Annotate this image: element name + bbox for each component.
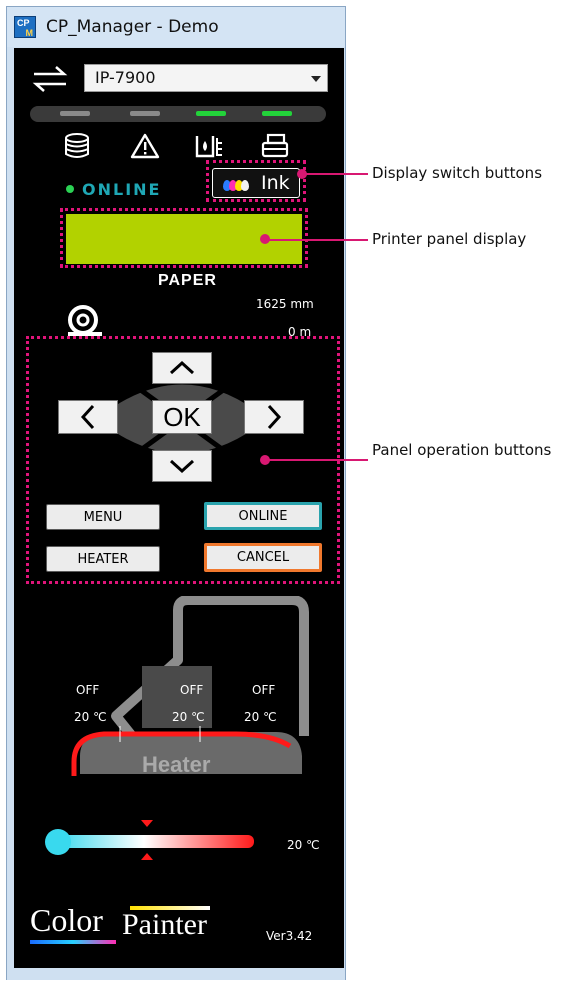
print-heater-temp: 20 ℃ <box>172 710 205 724</box>
callout-line <box>265 239 368 241</box>
status-led <box>262 111 292 116</box>
paper-label: PAPER <box>158 272 217 289</box>
printer-select-value: IP-7900 <box>95 68 156 87</box>
panel-display-frame <box>60 208 308 268</box>
print-heater-state: OFF <box>180 683 204 697</box>
chevron-down-icon <box>311 76 321 82</box>
temperature-slider[interactable] <box>40 815 260 867</box>
paper-roll-icon <box>68 305 102 336</box>
online-status-text: ONLINE <box>82 180 162 199</box>
panel-operation-callout: Panel operation buttons <box>372 441 552 459</box>
colorpainter-logo: Color Painter <box>30 900 230 950</box>
display-switch-callout: Display switch buttons <box>372 164 543 182</box>
window-title: CP_Manager - Demo <box>46 17 219 37</box>
printer-select[interactable]: IP-7900 <box>84 64 328 92</box>
media-icon <box>65 133 89 158</box>
heater-label: Heater <box>142 752 211 777</box>
temperature-value: 20 ℃ <box>287 838 320 852</box>
app-icon: CP M <box>14 16 36 38</box>
paper-width-value: 1625 mm <box>256 297 314 311</box>
status-led <box>60 111 90 116</box>
online-indicator <box>66 185 74 193</box>
after-heater-temp: 20 ℃ <box>244 710 277 724</box>
version-text: Ver3.42 <box>266 929 313 943</box>
pre-heater-temp: 20 ℃ <box>74 710 107 724</box>
warning-icon <box>130 133 160 159</box>
status-led <box>130 111 160 116</box>
window-bottom-edge <box>7 968 345 980</box>
ink-level-icon <box>195 136 222 158</box>
display-switch-frame <box>206 160 306 202</box>
status-led <box>196 111 226 116</box>
after-heater-state: OFF <box>252 683 276 697</box>
slider-thumb[interactable] <box>45 829 71 855</box>
swap-printer-icon[interactable] <box>30 64 70 94</box>
callout-line <box>300 173 368 175</box>
printer-icon <box>261 133 289 158</box>
callout-line <box>265 459 368 461</box>
panel-display-callout: Printer panel display <box>372 230 527 248</box>
pre-heater-state: OFF <box>76 683 100 697</box>
